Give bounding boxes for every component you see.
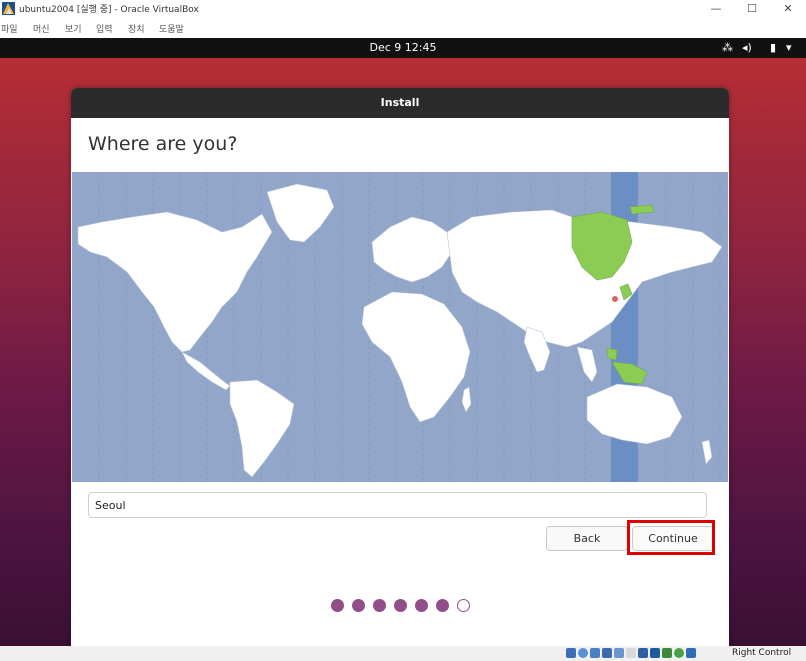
timezone-map[interactable] [72, 172, 728, 482]
minimize-button[interactable]: — [698, 0, 734, 17]
vb-titlebar: ubuntu2004 [실행 중] - Oracle VirtualBox — … [0, 0, 806, 17]
keyboard-icon[interactable] [686, 648, 696, 658]
progress-dot [435, 599, 449, 612]
vb-menubar: 파일 머신 보기 입력 장치 도움말 [0, 17, 806, 38]
progress-dot [372, 599, 386, 612]
audio-icon[interactable] [590, 648, 600, 658]
display-icon[interactable] [638, 648, 648, 658]
cpu-icon[interactable] [662, 648, 672, 658]
timezone-input[interactable] [88, 492, 707, 518]
progress-dot [456, 599, 470, 612]
page-title: Where are you? [88, 133, 238, 155]
usb-icon[interactable] [614, 648, 624, 658]
vb-statusbar: Right Control [0, 646, 806, 661]
menu-view[interactable]: 보기 [65, 22, 82, 35]
close-button[interactable]: ✕ [770, 0, 806, 17]
dialog-header: Install [71, 88, 729, 118]
window-title: ubuntu2004 [실행 중] - Oracle VirtualBox [19, 5, 199, 15]
back-button[interactable]: Back [546, 526, 628, 551]
status-icons [566, 648, 696, 658]
host-key-label: Right Control [732, 648, 792, 658]
hard-disk-icon[interactable] [566, 648, 576, 658]
menu-machine[interactable]: 머신 [33, 22, 50, 35]
network-icon[interactable] [602, 648, 612, 658]
network-icon[interactable]: ⁂ [722, 41, 733, 54]
menu-help[interactable]: 도움말 [159, 22, 184, 35]
progress-dot [414, 599, 428, 612]
continue-highlight-box [627, 520, 715, 555]
dialog-title: Install [380, 96, 420, 109]
progress-dot [351, 599, 365, 612]
progress-dots [71, 599, 729, 613]
progress-dot [393, 599, 407, 612]
progress-dot [330, 599, 344, 612]
virtualbox-icon [2, 2, 15, 15]
world-map[interactable] [72, 172, 728, 482]
menu-devices[interactable]: 장치 [128, 22, 145, 35]
clock[interactable]: Dec 9 12:45 [0, 41, 806, 54]
recording-icon[interactable] [650, 648, 660, 658]
gnome-top-bar: Dec 9 12:45 ⁂ ◂) ▮ ▾ [0, 38, 806, 58]
system-menu-arrow-icon[interactable]: ▾ [786, 41, 792, 54]
shared-folder-icon[interactable] [626, 648, 636, 658]
volume-icon[interactable]: ◂) [742, 41, 752, 54]
installer-dialog: Install Where are you? Seoul Back Contin… [71, 88, 729, 646]
menu-input[interactable]: 입력 [96, 22, 113, 35]
mouse-integration-icon[interactable] [674, 648, 684, 658]
menu-file[interactable]: 파일 [1, 22, 18, 35]
optical-drive-icon[interactable] [578, 648, 588, 658]
guest-screen: Dec 9 12:45 ⁂ ◂) ▮ ▾ Install Where are y… [0, 38, 806, 646]
battery-icon[interactable]: ▮ [770, 41, 776, 54]
seoul-marker [611, 295, 619, 303]
maximize-button[interactable]: ☐ [734, 0, 770, 17]
